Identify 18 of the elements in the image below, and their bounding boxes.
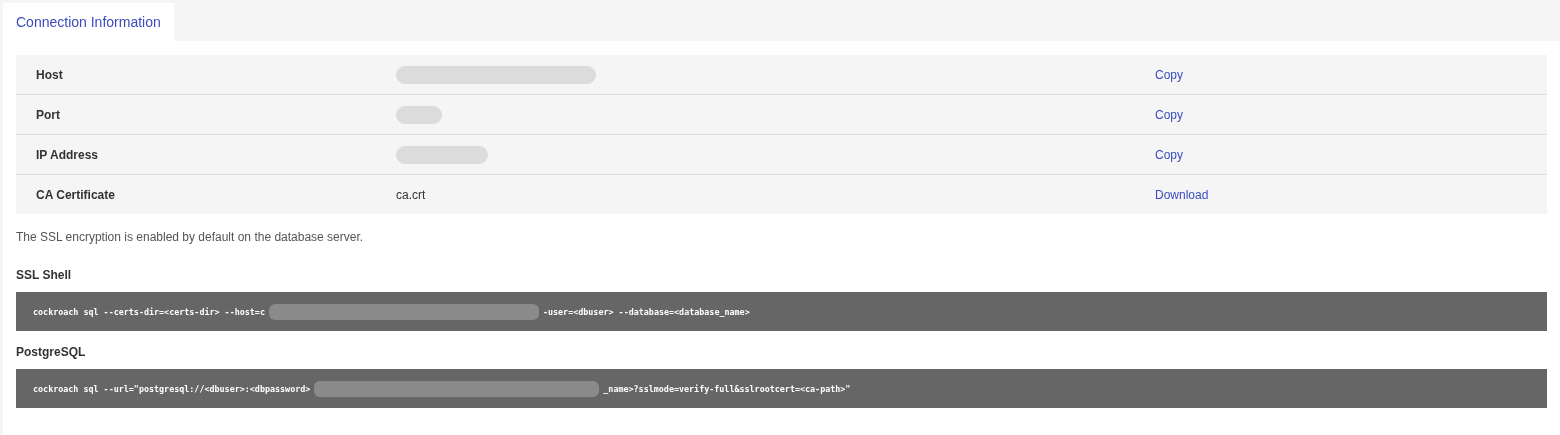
copy-link[interactable]: Copy	[1155, 107, 1183, 122]
section-title: PostgreSQL	[16, 345, 86, 359]
redacted-block	[396, 105, 442, 124]
command-text: cockroach sql --certs-dir=<certs-dir> --host=c	[33, 306, 265, 317]
field-label: Port	[35, 107, 60, 122]
command-text: -user=<dbuser> --database=<database_name>	[542, 306, 750, 317]
section-title: SSL Shell	[16, 268, 72, 282]
field-label: IP Address	[35, 147, 99, 162]
command-text: _name>?sslmode=verify-full&sslrootcert=<ca-path>"	[603, 383, 851, 394]
command-text: cockroach sql --url="postgresql://<dbuser>:<dbpassword>	[33, 383, 311, 394]
field-label: Host	[35, 67, 63, 82]
copy-link[interactable]: Copy	[1155, 67, 1183, 82]
ssl-note: The SSL encryption is enabled by default on the database server.	[16, 230, 364, 244]
download-link[interactable]: Download	[1155, 187, 1209, 202]
connection-information-tab[interactable]: Connection Information	[3, 3, 174, 41]
field-value: ca.crt	[396, 187, 426, 202]
field-label: CA Certificate	[35, 187, 115, 202]
copy-link[interactable]: Copy	[1155, 147, 1183, 162]
